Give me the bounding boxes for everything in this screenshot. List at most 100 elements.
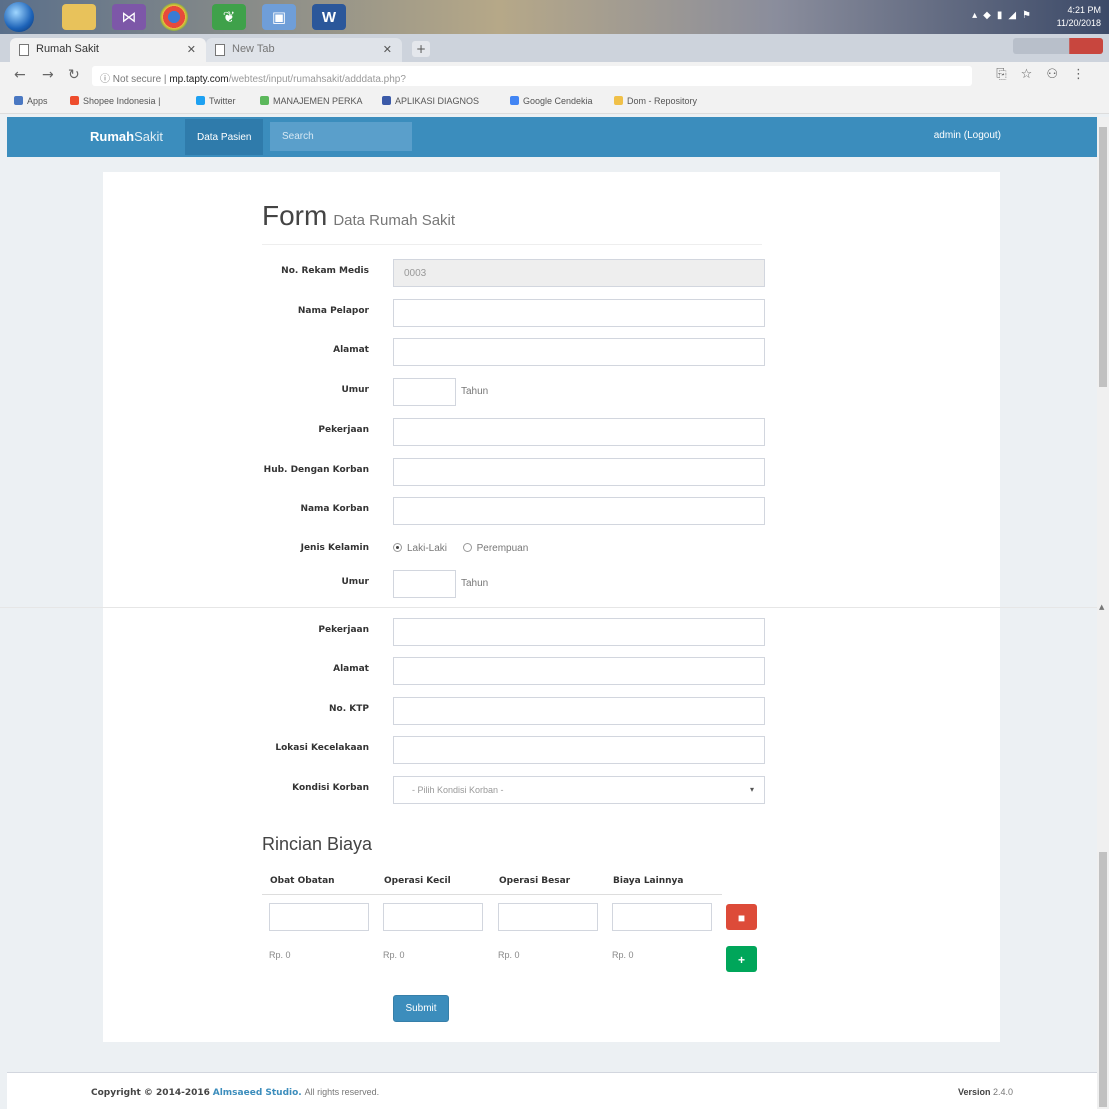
biaya-lainnya-input[interactable] bbox=[612, 903, 712, 931]
unit-label: Tahun bbox=[461, 386, 489, 397]
section-title-rincian-biaya: Rincian Biaya bbox=[262, 834, 373, 854]
umur-korban-field[interactable] bbox=[393, 570, 456, 598]
nama-pelapor-field[interactable] bbox=[393, 299, 765, 327]
alamat-pelapor-field[interactable] bbox=[393, 338, 765, 366]
radio-label: Perempuan bbox=[476, 543, 529, 554]
divider bbox=[262, 894, 722, 895]
tab-rumah-sakit[interactable]: Rumah Sakit ✕ bbox=[10, 38, 206, 62]
pekerjaan-pelapor-field[interactable] bbox=[393, 418, 765, 446]
operasi-kecil-input[interactable] bbox=[383, 903, 483, 931]
form-row-umur-pelapor: Umur Tahun bbox=[103, 378, 1000, 406]
hubungan-field[interactable] bbox=[393, 458, 765, 486]
bookmark-shopee[interactable]: Shopee Indonesia | bbox=[70, 96, 160, 106]
page-icon bbox=[19, 44, 29, 56]
window-controls[interactable] bbox=[1013, 38, 1103, 54]
field-label: Umur bbox=[341, 385, 369, 395]
delete-row-button[interactable]: ■ bbox=[726, 904, 757, 930]
alamat-korban-field[interactable] bbox=[393, 657, 765, 685]
nav-data-pasien[interactable]: Data Pasien bbox=[185, 119, 264, 155]
submit-button[interactable]: Submit bbox=[393, 995, 449, 1022]
close-tab-icon[interactable]: ✕ bbox=[383, 43, 392, 56]
clock-date: 11/20/2018 bbox=[1056, 18, 1101, 28]
form-row-kondisi: Kondisi Korban - Pilih Kondisi Korban - … bbox=[103, 776, 1000, 804]
bookmark-apps[interactable]: Apps bbox=[14, 96, 48, 106]
form-row-alamat-pelapor: Alamat bbox=[103, 338, 1000, 366]
pekerjaan-korban-field[interactable] bbox=[393, 618, 765, 646]
screenshot-seam bbox=[0, 607, 1097, 608]
form-row-umur-korban: Umur Tahun bbox=[103, 570, 1000, 598]
address-bar: ← → ↻ ⓘ Not secure | mp.tapty.com/webtes… bbox=[0, 62, 1109, 90]
windows-start-icon[interactable] bbox=[4, 2, 34, 32]
field-label: Alamat bbox=[333, 345, 369, 355]
add-row-button[interactable]: + bbox=[726, 946, 757, 972]
reload-icon[interactable]: ↻ bbox=[68, 67, 80, 83]
company-link[interactable]: Almsaeed Studio. bbox=[213, 1088, 302, 1098]
page-title: Form Data Rumah Sakit bbox=[262, 200, 456, 231]
user-logout-link[interactable]: admin (Logout) bbox=[934, 130, 1001, 141]
browser-tabstrip: Rumah Sakit ✕ New Tab ✕ + bbox=[0, 34, 1109, 62]
page-scrollbar[interactable]: ▲ bbox=[1097, 117, 1109, 1109]
total-operasi-kecil: Rp. 0 bbox=[383, 950, 405, 960]
form-row-ktp: No. KTP bbox=[103, 697, 1000, 725]
new-tab-button[interactable]: + bbox=[412, 41, 430, 57]
scroll-up-icon[interactable]: ▲ bbox=[1099, 603, 1104, 611]
umur-pelapor-field[interactable] bbox=[393, 378, 456, 406]
rekam-medis-field[interactable] bbox=[393, 259, 765, 287]
radio-perempuan[interactable] bbox=[462, 543, 472, 552]
word-icon[interactable]: W bbox=[312, 4, 346, 30]
field-label: No. Rekam Medis bbox=[281, 266, 369, 276]
form-row-lokasi: Lokasi Kecelakaan bbox=[103, 736, 1000, 764]
info-icon[interactable]: ⓘ bbox=[100, 74, 110, 85]
bookmark-manajemen[interactable]: MANAJEMEN PERKA bbox=[260, 96, 363, 106]
system-clock[interactable]: 4:21 PM 11/20/2018 bbox=[1057, 4, 1101, 30]
security-label: Not secure bbox=[112, 74, 162, 85]
bookmark-aplikasi[interactable]: APLIKASI DIAGNOS bbox=[382, 96, 479, 106]
form-row-hubungan: Hub. Dengan Korban bbox=[103, 458, 1000, 486]
column-header: Biaya Lainnya bbox=[613, 876, 684, 886]
bookmark-twitter[interactable]: Twitter bbox=[196, 96, 236, 106]
apps-grid-icon bbox=[14, 96, 23, 105]
url-input[interactable]: ⓘ Not secure | mp.tapty.com/webtest/inpu… bbox=[92, 66, 972, 86]
nama-korban-field[interactable] bbox=[393, 497, 765, 525]
scrollbar-thumb[interactable] bbox=[1099, 852, 1107, 1107]
trash-icon: ■ bbox=[737, 911, 746, 925]
obat-obatan-input[interactable] bbox=[269, 903, 369, 931]
system-tray-icons[interactable]: ▴◆▮◢⚑ bbox=[972, 10, 1037, 21]
photo-viewer-icon[interactable]: ▣ bbox=[262, 4, 296, 30]
version-text: Version 2.4.0 bbox=[957, 1087, 1013, 1097]
operasi-besar-input[interactable] bbox=[498, 903, 598, 931]
visual-studio-icon[interactable]: ⋈ bbox=[112, 4, 146, 30]
gender-radio-group: Laki-Laki Perempuan bbox=[393, 543, 528, 554]
tab-label: New Tab bbox=[232, 43, 275, 55]
file-explorer-icon[interactable] bbox=[62, 4, 96, 30]
search-input[interactable] bbox=[270, 122, 412, 151]
scrollbar-thumb[interactable] bbox=[1099, 127, 1107, 387]
field-label: Pekerjaan bbox=[318, 425, 369, 435]
tab-new-tab[interactable]: New Tab ✕ bbox=[206, 38, 402, 62]
field-label: Hub. Dengan Korban bbox=[263, 465, 369, 475]
windows-taskbar: ⋈ ❦ ▣ W ▴◆▮◢⚑ 4:21 PM 11/20/2018 bbox=[0, 0, 1109, 34]
chrome-icon[interactable] bbox=[160, 3, 188, 31]
browser-actions[interactable]: ⎘☆⚇⋮ bbox=[996, 67, 1099, 82]
select-value: - Pilih Kondisi Korban - bbox=[412, 785, 504, 795]
bookmark-repository[interactable]: Dom - Repository bbox=[614, 96, 697, 106]
close-tab-icon[interactable]: ✕ bbox=[187, 43, 196, 56]
radio-laki-laki[interactable] bbox=[393, 543, 402, 552]
total-operasi-besar: Rp. 0 bbox=[498, 950, 520, 960]
kondisi-korban-select[interactable]: - Pilih Kondisi Korban - ▾ bbox=[393, 776, 765, 804]
total-obat-obatan: Rp. 0 bbox=[269, 950, 291, 960]
brand-logo[interactable]: RumahSakit bbox=[90, 129, 163, 144]
back-icon[interactable]: ← bbox=[14, 67, 26, 83]
form-row-alamat-korban: Alamat bbox=[103, 657, 1000, 685]
form-row-nama-korban: Nama Korban bbox=[103, 497, 1000, 525]
divider bbox=[262, 244, 762, 245]
lokasi-kecelakaan-field[interactable] bbox=[393, 736, 765, 764]
shopee-icon bbox=[70, 96, 79, 105]
leaf-app-icon[interactable]: ❦ bbox=[212, 4, 246, 30]
column-header: Operasi Kecil bbox=[384, 876, 451, 886]
form-row-jenis-kelamin: Jenis Kelamin Laki-Laki Perempuan bbox=[103, 536, 1000, 564]
forward-icon[interactable]: → bbox=[42, 67, 54, 83]
bookmark-google-cendekia[interactable]: Google Cendekia bbox=[510, 96, 593, 106]
field-label: Kondisi Korban bbox=[292, 783, 369, 793]
ktp-field[interactable] bbox=[393, 697, 765, 725]
